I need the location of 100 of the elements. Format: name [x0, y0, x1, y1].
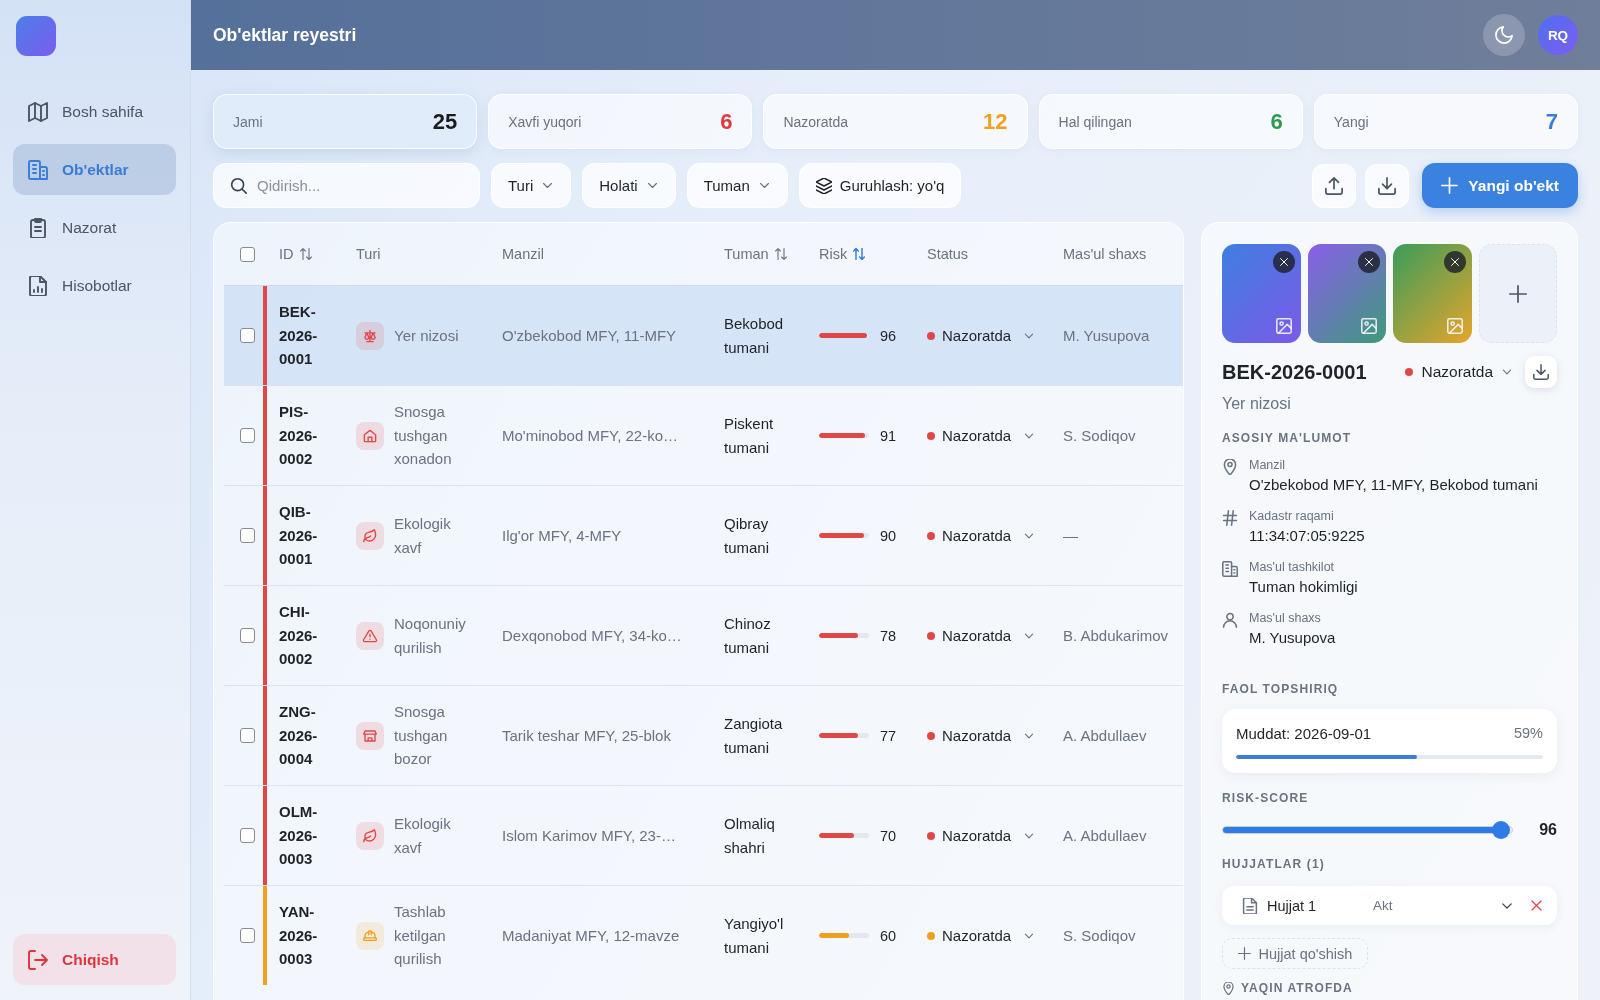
status-dropdown[interactable]: Nazoratda	[927, 827, 1036, 844]
checkbox[interactable]	[240, 628, 255, 643]
risk-score-text: 77	[880, 727, 897, 744]
sidebar-item[interactable]: Bosh sahifa	[13, 86, 176, 137]
house-icon	[356, 421, 384, 450]
status-dropdown[interactable]: Nazoratda	[927, 527, 1036, 544]
object-id: QIB-2026-0001	[279, 502, 319, 570]
report-icon	[28, 275, 48, 296]
filter-dropdown[interactable]: Holati	[582, 163, 676, 208]
checkbox[interactable]	[240, 528, 255, 543]
add-document-button[interactable]: Hujjat qo'shish	[1222, 938, 1368, 969]
category-text: Noqonuniy qurilish	[394, 614, 467, 658]
map-icon	[28, 101, 48, 122]
object-id: ZNG-2026-0004	[279, 702, 319, 770]
remove-document-button[interactable]	[1530, 899, 1543, 912]
status-dropdown[interactable]: Nazoratda	[927, 727, 1036, 744]
download-button[interactable]	[1365, 163, 1410, 208]
stat-card[interactable]: Hal qilingan 6	[1038, 94, 1303, 149]
stat-card[interactable]: Yangi 7	[1313, 94, 1578, 149]
risk-score-text: 78	[880, 627, 897, 644]
plus-icon	[1508, 284, 1527, 303]
new-object-button[interactable]: Yangi ob'ekt	[1422, 163, 1578, 208]
checkbox[interactable]	[240, 828, 255, 843]
hard-hat-icon	[356, 921, 384, 950]
district-text: Yangiyo'l tumani	[724, 914, 785, 958]
category-text: Snosga tushgan bozor	[394, 702, 449, 770]
district-text: Qibray tumani	[724, 514, 771, 558]
location-pin-icon	[1222, 981, 1235, 995]
plus-icon	[1237, 947, 1251, 960]
responsible-person: B. Abdukarimov	[1063, 625, 1169, 646]
category-text: Ekologik xavf	[394, 814, 452, 858]
object-id: PIS-2026-0002	[279, 402, 319, 470]
section-title: YAQIN ATROFDA	[1241, 981, 1353, 995]
checkbox[interactable]	[240, 246, 255, 262]
district-text: Piskent tumani	[724, 414, 775, 458]
filter-dropdown[interactable]: Tuman	[686, 163, 788, 208]
table-row[interactable]: BEK-2026-0001 Yer nizosi O'zbekobod MFY, 11-MFY Bekobod tumani 96 Nazoratda M. Yusupova	[224, 285, 1183, 385]
remove-photo-button[interactable]	[1358, 251, 1380, 273]
status-dropdown[interactable]: Nazoratda	[927, 327, 1036, 344]
slider-thumb[interactable]	[1492, 821, 1511, 839]
object-id: CHI-2026-0002	[279, 602, 319, 670]
object-id: YAN-2026-0003	[279, 902, 319, 970]
status-dropdown[interactable]: Nazoratda	[927, 927, 1036, 944]
stat-card[interactable]: Jami 25	[213, 94, 478, 149]
table-row[interactable]: CHI-2026-0002 Noqonuniy qurilish Dexqonobod MFY, 34-ko… Chinoz tumani 78 Nazoratda B. Abdukarimov	[224, 585, 1183, 685]
checkbox[interactable]	[240, 728, 255, 743]
status-dropdown[interactable]: Nazoratda	[927, 627, 1036, 644]
logout-button[interactable]: Chiqish	[13, 934, 176, 985]
column-header[interactable]: Risk	[819, 246, 866, 262]
category-text: Snosga tushgan xonadon	[394, 402, 453, 470]
table-row[interactable]: QIB-2026-0001 Ekologik xavf Ilg'or MFY, 4-MFY Qibray tumani 90 Nazoratda —	[224, 485, 1183, 585]
address-text: Islom Karimov MFY, 23-…	[502, 827, 676, 844]
section-title: ASOSIY MA'LUMOT	[1222, 431, 1353, 445]
upload-button[interactable]	[1312, 163, 1357, 208]
table-row[interactable]: ZNG-2026-0004 Snosga tushgan bozor Tarik teshar MFY, 25-blok Zangiota tumani 77 Nazoratda A. Abdullaev	[224, 685, 1183, 785]
remove-photo-button[interactable]	[1443, 251, 1466, 273]
close-icon	[1530, 899, 1543, 912]
progress-percent: 59%	[1513, 725, 1543, 741]
checkbox[interactable]	[240, 428, 255, 443]
column-header: Manzil	[502, 246, 544, 262]
column-header[interactable]: Tuman	[724, 246, 787, 262]
plus-icon	[1441, 177, 1459, 194]
location-pin-icon	[1222, 459, 1238, 475]
field-label: Mas'ul tashkilot	[1249, 560, 1335, 575]
sidebar-item[interactable]: Nazorat	[13, 202, 176, 253]
column-header: Mas'ul shaxs	[1063, 246, 1147, 262]
sort-icon	[853, 248, 866, 260]
risk-slider[interactable]	[1222, 821, 1513, 839]
stat-label: Xavfi yuqori	[508, 113, 582, 130]
download-button[interactable]	[1525, 356, 1557, 388]
sort-icon	[299, 248, 312, 260]
checkbox[interactable]	[240, 328, 255, 343]
document-name: Hujjat 1	[1267, 897, 1318, 914]
checkbox[interactable]	[240, 928, 255, 943]
table-row[interactable]: YAN-2026-0003 Tashlab ketilgan qurilish Madaniyat MFY, 12-mavze Yangiyo'l tumani 60 Nazoratda S. Sodiqov	[224, 885, 1183, 985]
district-text: Chinoz tumani	[724, 614, 772, 658]
stat-value: 6	[1270, 108, 1283, 135]
search-field[interactable]: Qidirish...	[213, 163, 480, 208]
address-text: Mo'minobod MFY, 22-ko…	[502, 427, 678, 444]
address-text: Dexqonobod MFY, 34-ko…	[502, 627, 682, 644]
theme-toggle-button[interactable]	[1483, 14, 1525, 56]
risk-score-text: 96	[880, 327, 897, 344]
document-type-select[interactable]: Akt	[1373, 898, 1530, 913]
download-icon	[1533, 364, 1549, 380]
stat-card[interactable]: Xavfi yuqori 6	[488, 94, 753, 149]
status-dropdown[interactable]: Nazoratda	[1405, 363, 1513, 381]
filter-dropdown[interactable]: Turi	[491, 163, 572, 208]
remove-photo-button[interactable]	[1272, 251, 1295, 273]
stat-card[interactable]: Nazoratda 12	[763, 94, 1028, 149]
field-label: Manzil	[1249, 458, 1286, 473]
sidebar-item[interactable]: Hisobotlar	[13, 260, 176, 311]
warning-icon	[356, 621, 384, 650]
status-dropdown[interactable]: Nazoratda	[927, 427, 1036, 444]
column-header[interactable]: ID	[279, 246, 312, 262]
user-avatar[interactable]: RQ	[1538, 15, 1578, 55]
app-logo-icon	[16, 16, 56, 56]
page-title: Ob'ektlar reyestri	[213, 24, 357, 46]
group-by-button[interactable]: Guruhlash: yo'q	[798, 163, 962, 208]
table-row[interactable]: OLM-2026-0003 Ekologik xavf Islom Karimov MFY, 23-… Olmaliq shahri 70 Nazoratda A. Abdullaev	[224, 785, 1183, 885]
table-row[interactable]: PIS-2026-0002 Snosga tushgan xonadon Mo'minobod MFY, 22-ko… Piskent tumani 91 Nazoratda S. Sodiqov	[224, 385, 1183, 485]
